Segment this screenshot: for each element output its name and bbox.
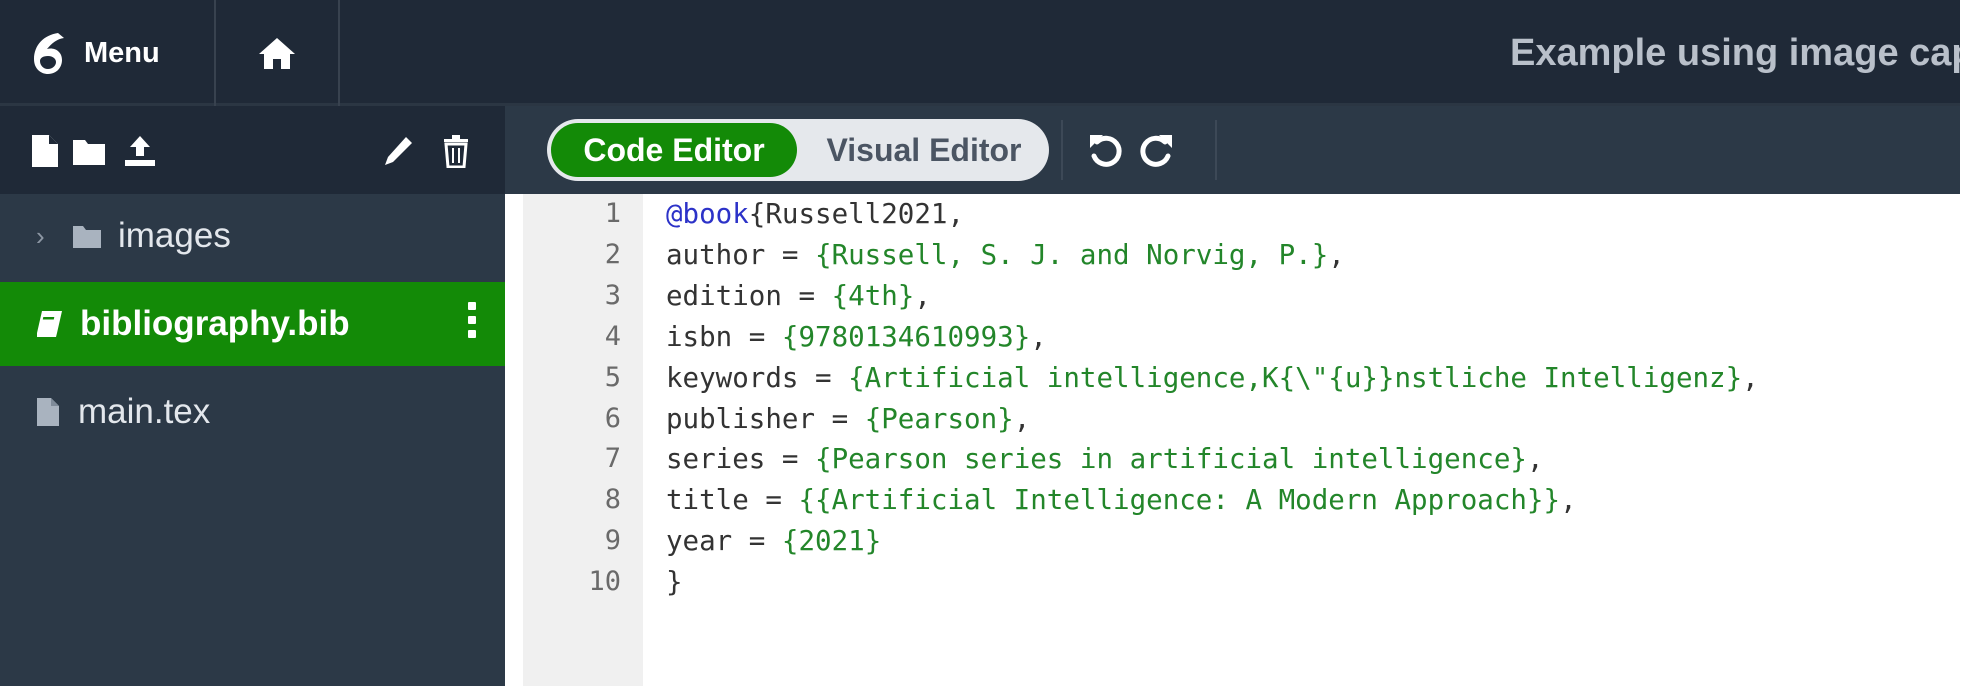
line-number: 7 — [604, 443, 621, 474]
field-value: {2021} — [781, 525, 882, 557]
line-number: 10 — [588, 566, 621, 597]
app-window: Menu Example using image cap › images bi… — [0, 0, 1960, 686]
rename-pencil-icon[interactable] — [382, 134, 414, 168]
tree-item-label: main.tex — [78, 392, 211, 431]
tree-item-label: bibliography.bib — [80, 304, 350, 343]
chevron-right-icon[interactable]: › — [36, 221, 62, 252]
field-value: {Pearson} — [864, 403, 1014, 435]
field-name: } — [666, 566, 683, 598]
line-number: 2 — [604, 239, 621, 270]
code-line[interactable]: edition = {4th}, — [666, 280, 931, 312]
line-number: 4 — [604, 321, 621, 352]
line-terminator: , — [1560, 484, 1577, 516]
home-icon — [259, 38, 295, 69]
line-number: 1 — [604, 198, 621, 229]
new-file-icon[interactable] — [30, 134, 60, 168]
code-line[interactable]: } — [666, 566, 683, 598]
upload-icon[interactable] — [122, 134, 158, 168]
tree-item-bibliography-file[interactable]: bibliography.bib — [0, 282, 505, 366]
home-button[interactable] — [216, 0, 340, 106]
field-name: isbn = — [666, 321, 782, 353]
file-tree-panel: › images bibliography.bib main.tex — [0, 106, 505, 686]
line-number: 6 — [604, 403, 621, 434]
new-folder-icon[interactable] — [72, 134, 106, 168]
field-name: publisher = — [666, 403, 865, 435]
folder-icon — [73, 226, 101, 248]
line-number: 3 — [604, 280, 621, 311]
code-editor-button[interactable]: Code Editor — [551, 123, 797, 177]
line-terminator: , — [914, 280, 931, 312]
field-value: {Russell, S. J. and Norvig, P.} — [815, 239, 1329, 271]
project-title[interactable]: Example using image cap — [1200, 0, 1960, 106]
entry-type: @book — [666, 198, 749, 230]
line-number: 9 — [604, 525, 621, 556]
editor-toolbar: Code Editor Visual Editor — [505, 106, 1960, 194]
code-line[interactable]: author = {Russell, S. J. and Norvig, P.}… — [666, 239, 1345, 271]
editor-mode-toggle: Code Editor Visual Editor — [547, 119, 1049, 181]
tree-item-main-tex-file[interactable]: main.tex — [0, 370, 505, 454]
field-name: edition = — [666, 280, 832, 312]
line-number: 5 — [604, 362, 621, 393]
book-icon — [37, 311, 62, 337]
line-terminator: , — [1742, 362, 1759, 394]
line-number: 8 — [604, 484, 621, 515]
field-name: title = — [666, 484, 799, 516]
field-value: {Artificial intelligence,K{\"{u}}nstlich… — [848, 362, 1743, 394]
code-line[interactable]: year = {2021} — [666, 525, 881, 557]
code-line[interactable]: title = {{Artificial Intelligence: A Mod… — [666, 484, 1577, 516]
top-toolbar: Menu Example using image cap — [0, 0, 1960, 106]
field-name: series = — [666, 443, 816, 475]
code-line[interactable]: series = {Pearson series in artificial i… — [666, 443, 1544, 475]
code-line[interactable]: isbn = {9780134610993}, — [666, 321, 1047, 353]
file-tree-toolbar — [0, 106, 505, 194]
menu-button[interactable]: Menu — [0, 0, 216, 106]
line-terminator: , — [1328, 239, 1345, 271]
file-options-menu-icon[interactable] — [467, 302, 477, 346]
tree-item-label: images — [118, 216, 231, 255]
line-terminator: , — [1013, 403, 1031, 435]
undo-icon[interactable] — [1087, 132, 1125, 170]
tree-item-images-folder[interactable]: › images — [0, 194, 505, 278]
file-icon — [37, 398, 59, 426]
code-line[interactable]: @book{Russell2021, — [666, 198, 964, 230]
code-line[interactable]: keywords = {Artificial intelligence,K{\"… — [666, 362, 1759, 394]
field-value: {9780134610993} — [781, 321, 1031, 353]
visual-editor-button[interactable]: Visual Editor — [803, 123, 1045, 177]
field-value: {4th} — [831, 280, 915, 312]
menu-label: Menu — [84, 36, 160, 69]
field-name: keywords = — [666, 362, 849, 394]
field-value: {{Artificial Intelligence: A Modern Appr… — [798, 484, 1561, 516]
toolbar-divider — [1215, 120, 1217, 180]
line-terminator: , — [1526, 443, 1544, 475]
overleaf-logo-icon — [34, 33, 64, 74]
field-name: year = — [666, 525, 782, 557]
entry-key: {Russell2021, — [748, 198, 965, 230]
editor-left-edge — [505, 194, 523, 686]
toolbar-divider — [1061, 120, 1063, 180]
code-line[interactable]: publisher = {Pearson}, — [666, 403, 1030, 435]
line-terminator: , — [1030, 321, 1047, 353]
delete-trash-icon[interactable] — [442, 134, 470, 168]
field-name: author = — [666, 239, 816, 271]
field-value: {Pearson series in artificial intelligen… — [815, 443, 1527, 475]
redo-icon[interactable] — [1137, 132, 1175, 170]
